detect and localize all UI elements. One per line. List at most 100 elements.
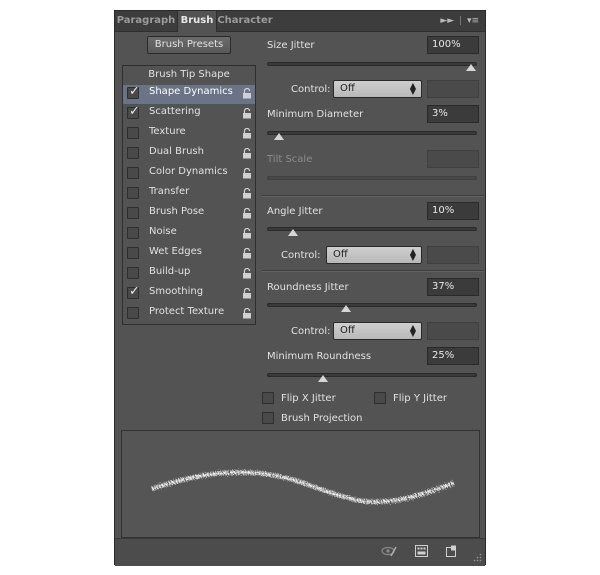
checkbox[interactable] [127,227,139,239]
list-item-label: Protect Texture [149,306,225,317]
lock-icon[interactable] [242,288,252,299]
panel-menu-icon[interactable]: ▾≡ [467,16,479,26]
section-divider [262,195,484,197]
select-value: Off [333,249,348,260]
minimum-roundness-label: Minimum Roundness [267,351,372,362]
list-item-shape-dynamics[interactable]: ✓ Shape Dynamics [123,84,255,104]
roundness-control-select[interactable]: Off ▲ ▼ [333,322,422,340]
lock-icon[interactable] [242,208,252,219]
checkbox[interactable] [127,247,139,259]
checkbox[interactable] [127,187,139,199]
angle-jitter-field[interactable]: 10% [427,202,479,220]
check-icon: ✓ [129,104,140,119]
checkbox[interactable]: ✓ [127,84,140,99]
checkbox[interactable]: ✓ [127,284,140,299]
flip-y-jitter-label: Flip Y Jitter [393,393,447,404]
brush-panel-grid-icon[interactable] [415,545,428,557]
list-item-label: Color Dynamics [149,166,228,177]
angle-jitter-slider[interactable] [267,227,477,236]
lock-icon[interactable] [242,228,252,239]
list-item-build-up[interactable]: Build-up [123,265,255,284]
tab-paragraph[interactable]: Paragraph [115,11,178,31]
size-control-select[interactable]: Off ▲ ▼ [333,80,422,98]
brush-projection-label: Brush Projection [281,413,363,424]
angle-jitter-label: Angle Jitter [267,206,323,217]
resize-grip-icon[interactable] [473,553,482,562]
lock-icon[interactable] [242,168,252,179]
list-item-brush-tip-shape[interactable]: Brush Tip Shape [123,66,255,84]
slider-thumb[interactable] [341,305,351,312]
toggle-brush-preview-icon[interactable] [381,545,397,557]
check-icon: ✓ [129,84,140,99]
roundness-control-label: Control: [291,326,331,337]
list-item-transfer[interactable]: Transfer [123,185,255,204]
checkbox[interactable] [127,207,139,219]
list-item-label: Smoothing [149,286,204,297]
slider-thumb[interactable] [288,229,298,236]
brush-presets-button[interactable]: Brush Presets [147,36,231,54]
minimum-diameter-label: Minimum Diameter [267,109,364,120]
list-item-texture[interactable]: Texture [123,125,255,144]
list-item-smoothing[interactable]: ✓ Smoothing [123,284,255,304]
collapse-panel-icon[interactable]: ►► [440,16,454,26]
list-item-label: Transfer [149,186,190,197]
size-jitter-slider[interactable] [267,62,477,71]
slider-thumb[interactable] [318,375,328,382]
section-divider [262,270,484,272]
new-brush-icon[interactable] [445,545,457,557]
list-item-label: Texture [149,126,186,137]
lock-icon[interactable] [242,128,252,139]
lock-icon[interactable] [242,148,252,159]
list-item-wet-edges[interactable]: Wet Edges [123,245,255,264]
tilt-scale-label: Tilt Scale [267,154,313,165]
list-item-noise[interactable]: Noise [123,225,255,244]
brush-panel: Paragraph Brush Character ►► ▾≡ Brush Pr… [114,10,486,566]
list-item-label: Shape Dynamics [149,86,233,97]
list-item-label: Dual Brush [149,146,204,157]
list-item-color-dynamics[interactable]: Color Dynamics [123,165,255,184]
list-item-dual-brush[interactable]: Dual Brush [123,145,255,164]
size-jitter-field[interactable]: 100% [427,36,479,54]
size-control-label: Control: [291,84,331,95]
checkbox[interactable]: ✓ [127,104,140,119]
tab-character[interactable]: Character [217,11,273,31]
select-value: Off [340,325,355,336]
angle-control-select[interactable]: Off ▲ ▼ [326,246,422,264]
lock-icon[interactable] [242,268,252,279]
roundness-control-value-field [427,322,479,340]
lock-icon[interactable] [242,108,252,119]
checkbox[interactable] [127,147,139,159]
tab-bar-icons: ►► ▾≡ [440,16,479,26]
tilt-scale-field [427,150,479,168]
brush-projection-checkbox[interactable] [262,412,274,424]
checkbox[interactable] [127,167,139,179]
select-value: Off [340,83,355,94]
roundness-jitter-field[interactable]: 37% [427,278,479,296]
brush-stroke-preview [121,430,480,538]
list-item-scattering[interactable]: ✓ Scattering [123,104,255,124]
tab-brush[interactable]: Brush [178,11,217,32]
lock-icon[interactable] [242,88,252,99]
minimum-diameter-field[interactable]: 3% [427,105,479,123]
updown-arrow-icon: ▲ ▼ [409,323,416,338]
list-item-label: Wet Edges [149,246,202,257]
list-item-brush-pose[interactable]: Brush Pose [123,205,255,224]
flip-y-jitter-checkbox[interactable] [374,392,386,404]
checkbox[interactable] [127,127,139,139]
list-item-label: Scattering [149,106,201,117]
list-item-protect-texture[interactable]: Protect Texture [123,305,255,324]
checkbox[interactable] [127,307,139,319]
roundness-jitter-slider[interactable] [267,303,477,312]
checkbox[interactable] [127,267,139,279]
lock-icon[interactable] [242,188,252,199]
slider-thumb[interactable] [274,133,284,140]
slider-thumb[interactable] [466,64,476,71]
updown-arrow-icon: ▲ ▼ [409,247,416,262]
flip-x-jitter-checkbox[interactable] [262,392,274,404]
lock-icon[interactable] [242,308,252,319]
minimum-roundness-field[interactable]: 25% [427,347,479,365]
list-item-label: Brush Pose [149,206,205,217]
lock-icon[interactable] [242,248,252,259]
minimum-diameter-slider[interactable] [267,131,477,140]
minimum-roundness-slider[interactable] [267,373,477,382]
